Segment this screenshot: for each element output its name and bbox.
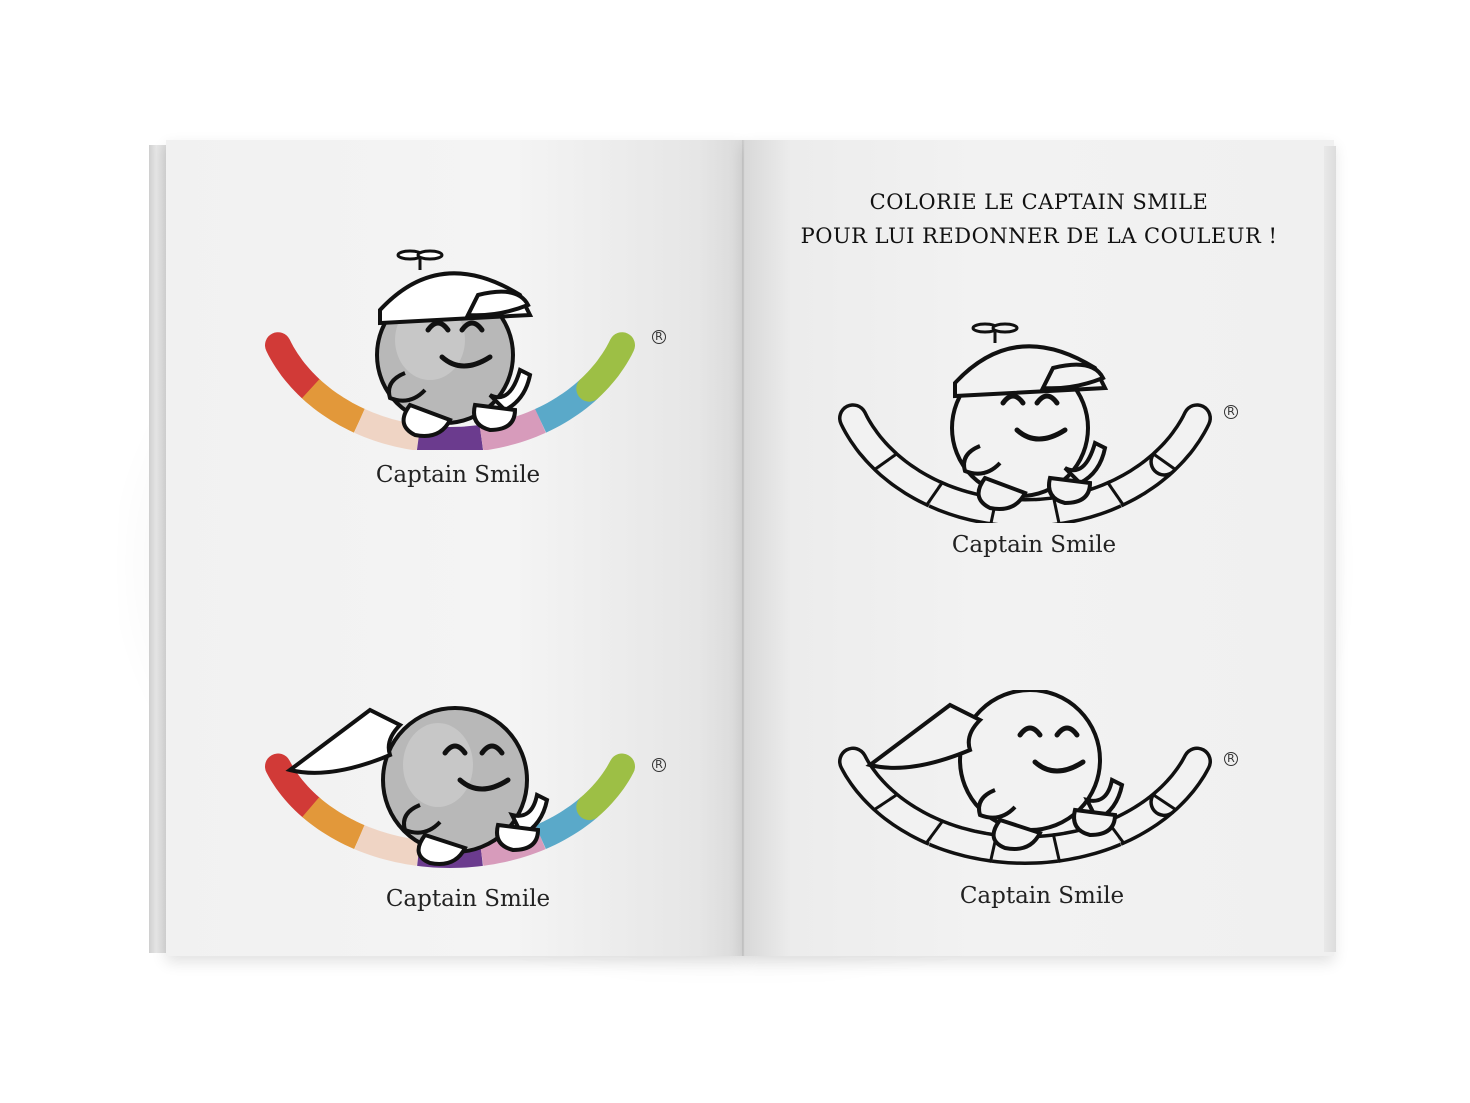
logo-caption: Captain Smile: [375, 462, 541, 488]
rainbow-segment: [265, 332, 324, 402]
logo-caption: Captain Smile: [385, 886, 551, 912]
rainbow-segment: [354, 825, 421, 866]
mascot-figure: [375, 249, 534, 438]
registered-trademark-mark: R: [1224, 405, 1238, 419]
rainbow-segment: [576, 753, 635, 821]
rainbow-segment: [302, 797, 365, 849]
coloring-heading-line-2: POUR LUI REDONNER DE LA COULEUR !: [800, 224, 1278, 248]
right-page-stack-edge: [1324, 146, 1336, 952]
captain-smile-logo-outline-cap: [838, 322, 1212, 523]
rainbow-segment: [576, 332, 635, 402]
captain-smile-logo-outline-cape: [838, 690, 1212, 865]
logo-caption: Captain Smile: [951, 532, 1117, 558]
logo-caption: Captain Smile: [959, 883, 1125, 909]
registered-trademark-mark: R: [652, 330, 666, 344]
outline-segment-fill: [1152, 750, 1209, 814]
captain-smile-logo-color-cape: [265, 706, 635, 869]
outline-segment-fill: [1152, 406, 1209, 474]
outline-segment-fill: [992, 499, 1058, 523]
rainbow-segment: [416, 424, 484, 450]
captain-smile-logo-color-cap: [265, 249, 635, 450]
outline-segment-fill: [841, 406, 898, 474]
book-spine: [742, 140, 745, 956]
rainbow-segment: [301, 379, 365, 433]
registered-trademark-mark: R: [652, 758, 666, 772]
registered-trademark-mark: R: [1224, 752, 1238, 766]
left-page-stack-edge: [149, 145, 167, 953]
mascot-figure: [950, 322, 1109, 511]
coloring-heading-line-1: COLORIE LE CAPTAIN SMILE: [869, 190, 1209, 214]
outline-segment-fill: [878, 793, 940, 843]
mascot-figure: [285, 706, 550, 866]
